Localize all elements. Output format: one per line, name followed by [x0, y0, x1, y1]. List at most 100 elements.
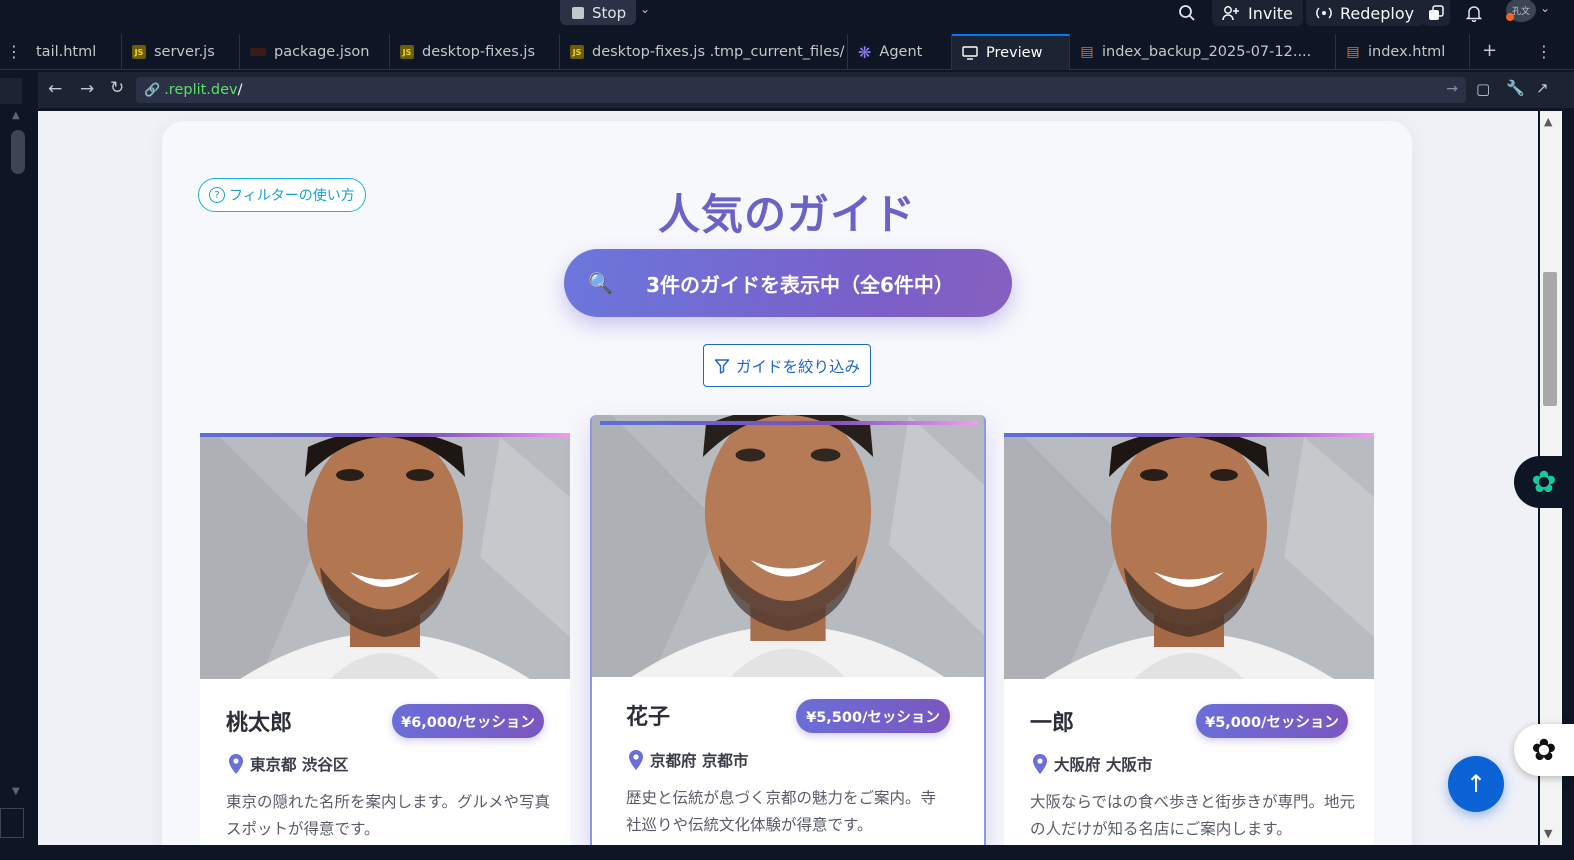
price-badge: ¥5,000/セッション [1196, 704, 1348, 738]
search-icon[interactable] [1178, 0, 1196, 26]
tab-index-backup[interactable]: ▤ index_backup_2025-07-12.... [1070, 34, 1336, 70]
agent-icon: ❋ [858, 42, 872, 62]
invite-button[interactable]: Invite [1212, 0, 1303, 26]
card-accent-bar [1004, 433, 1374, 437]
scrollbar-thumb[interactable] [1543, 272, 1557, 406]
guide-photo [200, 437, 570, 679]
scroll-down-icon[interactable]: ▼ [12, 786, 20, 797]
bell-icon[interactable] [1466, 0, 1482, 26]
guide-description: 大阪ならではの食べ歩きと街歩きが専門。地元 の人だけが知る名店にご案内します。 [1030, 789, 1370, 843]
external-link-icon[interactable]: ↗ [1536, 79, 1549, 97]
map-pin-icon [629, 750, 643, 770]
more-vertical-icon[interactable]: ⋮ [1536, 42, 1552, 61]
ai-assistant-icon[interactable]: ✿ [1514, 456, 1574, 508]
json-file-icon [250, 48, 266, 56]
scroll-down-icon[interactable]: ▼ [1544, 827, 1552, 840]
redeploy-button[interactable]: Redeploy [1306, 0, 1425, 26]
tab-tail-html[interactable]: tail.html [26, 34, 122, 70]
copy-icon[interactable] [1422, 0, 1450, 26]
scroll-up-icon[interactable]: ▲ [12, 110, 20, 121]
tab-bar: ⋮ tail.html JS server.js package.json JS… [0, 34, 1574, 70]
location-text: 京都府 京都市 [650, 752, 749, 770]
tab-label: Agent [879, 44, 923, 60]
chevron-down-icon[interactable]: ⌄ [640, 2, 650, 16]
location-text: 東京都 渋谷区 [250, 756, 349, 774]
html-file-icon: ▤ [1346, 44, 1360, 60]
more-vertical-icon[interactable]: ⋮ [6, 42, 22, 61]
scroll-up-icon[interactable]: ▲ [1544, 115, 1552, 128]
preview-pane: ? フィルターの使い方 人気のガイド 🔍 3件のガイドを表示中（全6件中） ガイ… [38, 111, 1538, 845]
arrow-up-icon: ↑ [1465, 770, 1487, 798]
guide-card[interactable]: 桃太郎 ¥6,000/セッション 東京都 渋谷区 東京の隠れた名所を案内します。… [200, 433, 570, 845]
chevron-down-icon[interactable]: ⌄ [1540, 1, 1550, 15]
tab-label: index_backup_2025-07-12.... [1102, 44, 1312, 60]
reload-icon[interactable]: ↻ [110, 78, 124, 98]
guides-section: ? フィルターの使い方 人気のガイド 🔍 3件のガイドを表示中（全6件中） ガイ… [162, 121, 1412, 845]
filter-guides-label: ガイドを絞り込み [735, 357, 860, 376]
guide-location: 東京都 渋谷区 [228, 753, 348, 775]
deploy-icon [1316, 7, 1332, 19]
tab-label: tail.html [36, 44, 97, 60]
price-badge: ¥6,000/セッション [392, 704, 544, 738]
guide-card-hovered[interactable]: 花子 ¥5,500/セッション 京都府 京都市 歴史と伝統が息づく京都の魅力をご… [590, 415, 986, 845]
notification-dot [1506, 13, 1514, 21]
guide-description: 東京の隠れた名所を案内します。グルメや写真 スポットが得意です。 [226, 789, 556, 843]
tab-server-js[interactable]: JS server.js [122, 34, 240, 70]
stop-button[interactable]: Stop [560, 0, 636, 25]
url-domain: .replit.dev [164, 82, 238, 98]
bottom-bar [0, 846, 1574, 860]
left-panel-strip [0, 78, 22, 104]
scroll-to-top-button[interactable]: ↑ [1448, 756, 1504, 812]
card-accent-bar [600, 421, 978, 425]
monitor-icon [962, 46, 978, 60]
js-file-icon: JS [132, 45, 146, 59]
section-title: 人気のガイド [657, 190, 916, 239]
js-file-icon: JS [570, 45, 584, 59]
guide-location: 大阪府 大阪市 [1032, 753, 1152, 775]
wrench-icon[interactable]: 🔧 [1506, 79, 1525, 97]
tab-label: desktop-fixes.js .tmp_current_files/ [592, 44, 845, 60]
forward-arrow-icon[interactable]: → [80, 79, 94, 99]
guide-photo [592, 415, 984, 677]
add-user-icon [1222, 6, 1239, 21]
tab-desktop-fixes-js[interactable]: JS desktop-fixes.js [390, 34, 560, 70]
left-panel-box [0, 808, 24, 838]
go-arrow-icon[interactable]: → [1446, 81, 1458, 97]
tab-desktop-fixes-tmp[interactable]: JS desktop-fixes.js .tmp_current_files/ [560, 34, 848, 70]
map-pin-icon [229, 754, 243, 774]
url-path: / [237, 82, 243, 98]
stop-label: Stop [592, 3, 627, 22]
tab-agent[interactable]: ❋ Agent [848, 34, 952, 70]
description-line: 東京の隠れた名所を案内します。グルメや写真 [226, 793, 550, 811]
guide-name: 一郎 [1030, 711, 1075, 736]
scrollbar[interactable] [11, 130, 25, 174]
invite-label: Invite [1248, 3, 1293, 23]
guide-description: 歴史と伝統が息づく京都の魅力をご案内。寺 社巡りや伝統文化体験が得意です。 [626, 785, 966, 839]
url-field[interactable]: 🔗 .replit.dev / → [136, 77, 1466, 103]
price-badge: ¥5,500/セッション [796, 699, 950, 733]
results-count-banner: 🔍 3件のガイドを表示中（全6件中） [564, 249, 1012, 317]
workspace-topbar: Stop ⌄ Invite Redeploy 孔文 ⌄ [0, 0, 1574, 30]
guide-card[interactable]: 一郎 ¥5,000/セッション 大阪府 大阪市 大阪ならではの食べ歩きと街歩きが… [1004, 433, 1374, 845]
tab-index-html[interactable]: ▤ index.html [1336, 34, 1470, 70]
back-arrow-icon[interactable]: ← [48, 79, 62, 99]
html-file-icon: ▤ [1080, 44, 1094, 60]
map-pin-icon [1033, 754, 1047, 774]
tab-package-json[interactable]: package.json [240, 34, 390, 70]
tab-label: index.html [1368, 44, 1446, 60]
funnel-icon [714, 358, 730, 374]
redeploy-label: Redeploy [1340, 3, 1415, 23]
filter-guides-button[interactable]: ガイドを絞り込み [703, 344, 871, 387]
tab-label: desktop-fixes.js [422, 44, 536, 60]
ai-chat-icon[interactable]: ✿ [1514, 724, 1574, 776]
device-icon[interactable]: ▢ [1476, 80, 1490, 98]
left-panel: ▲ ▼ [0, 72, 36, 860]
guide-location: 京都府 京都市 [628, 749, 748, 771]
link-icon: 🔗 [144, 82, 161, 98]
stop-icon [572, 6, 584, 19]
preview-address-bar: ← → ↻ 🔗 .replit.dev / → ▢ 🔧 ↗ [38, 72, 1574, 108]
plus-icon[interactable]: + [1482, 40, 1497, 61]
guide-name: 花子 [626, 705, 671, 730]
tab-preview[interactable]: Preview [952, 34, 1070, 70]
description-line: の人だけが知る名店にご案内します。 [1030, 820, 1292, 838]
